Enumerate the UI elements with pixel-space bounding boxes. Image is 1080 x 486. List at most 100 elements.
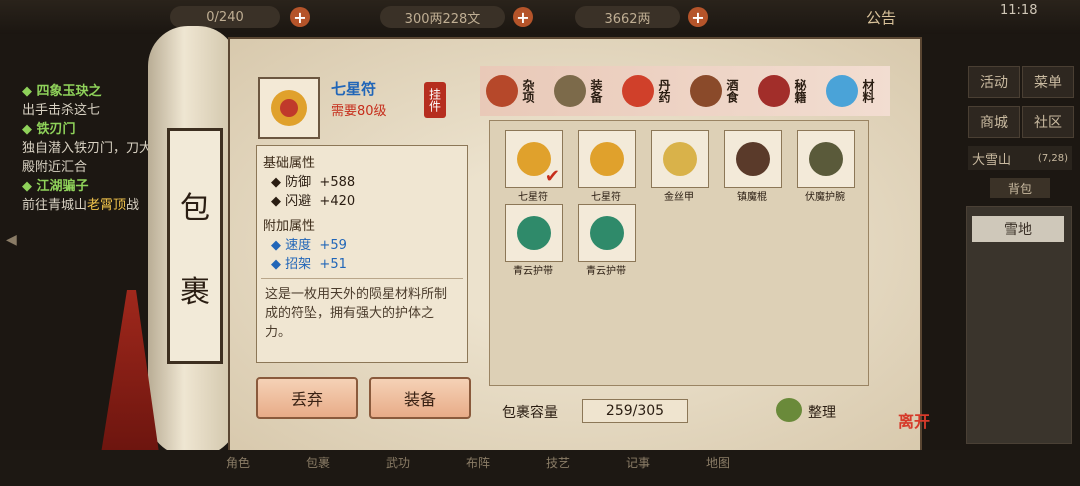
pill-icon <box>622 75 654 107</box>
resource-gold: 3662两 <box>575 6 680 28</box>
community-button[interactable]: 社区 <box>1022 106 1074 138</box>
leave-button[interactable]: 离开 <box>898 408 930 432</box>
tab-label: 丹药 <box>657 79 671 103</box>
item-type-stamp: 挂件 <box>424 82 446 118</box>
quest-item[interactable]: ◆ 江湖骗子 <box>22 177 162 196</box>
item-stats-panel: 基础属性 ◆ 防御 +588 ◆ 闪避 +420 附加属性 ◆ 速度 +59 ◆… <box>256 145 468 363</box>
clock: 11:18 <box>1000 3 1038 18</box>
quest-item[interactable]: ◆ 四象玉玦之 <box>22 82 162 101</box>
bottom-nav-item[interactable]: 角色 <box>226 454 250 471</box>
bottom-nav-item[interactable]: 记事 <box>626 454 650 471</box>
tab-jar[interactable]: 杂项 <box>486 68 537 114</box>
quest-desc: 出手击杀这七 <box>22 103 101 118</box>
item-requirement: 需要80级 <box>331 104 387 119</box>
selected-item-icon <box>258 77 320 139</box>
inventory-slot[interactable] <box>578 204 636 262</box>
menu-button[interactable]: 菜单 <box>1022 66 1074 98</box>
resource-storage: 0/240 <box>170 6 280 28</box>
stat-row: ◆ 速度 +59 <box>271 238 347 253</box>
equipped-check-icon: ✔ <box>544 166 560 187</box>
tab-pill[interactable]: 丹药 <box>622 68 673 114</box>
bottom-nav-item[interactable]: 武功 <box>386 454 410 471</box>
inventory-item-name: 七星符 <box>518 192 548 203</box>
quest-title: 江湖骗子 <box>36 179 89 194</box>
top-bar <box>0 0 1080 34</box>
bottom-nav <box>0 450 1080 486</box>
tab-wine-jar[interactable]: 酒食 <box>690 68 741 114</box>
gold-value: 3662两 <box>604 11 651 27</box>
discard-button[interactable]: 丢弃 <box>256 377 358 419</box>
quest-desc: 独自潜入铁刃门，刀大殿附近汇合 <box>22 141 153 175</box>
tab-label: 秘籍 <box>793 79 807 103</box>
bottom-nav-item[interactable]: 地图 <box>706 454 730 471</box>
tab-label: 材料 <box>861 79 875 103</box>
resource-storage-value: 0/240 <box>206 9 244 25</box>
activity-button[interactable]: 活动 <box>968 66 1020 98</box>
notice-button[interactable]: 公告 <box>866 7 896 28</box>
bottom-nav-item[interactable]: 包裹 <box>306 454 330 471</box>
item-name: 七星符 <box>331 80 377 98</box>
capacity-label: 包裹容量 <box>502 405 558 421</box>
quest-title: 四象玉玦之 <box>36 84 102 99</box>
location-coords: (7,28) <box>1037 152 1068 164</box>
capacity-value: 259/305 <box>582 399 688 423</box>
base-stats-header: 基础属性 <box>263 156 316 171</box>
jar-icon <box>486 75 518 107</box>
stat-row: ◆ 闪避 +420 <box>271 194 356 209</box>
quest-desc: 前往青城山老霄顶战 <box>22 198 140 213</box>
belt-icon <box>590 216 624 250</box>
quest-title: 铁刃门 <box>36 122 76 137</box>
tab-crystal[interactable]: 材料 <box>826 68 877 114</box>
sword-icon <box>554 75 586 107</box>
bracer-icon <box>809 142 843 176</box>
inventory-slot[interactable] <box>797 130 855 188</box>
inventory-item-name: 金丝甲 <box>664 192 694 203</box>
sort-bag-icon[interactable] <box>776 398 802 422</box>
bag-tab[interactable]: 背包 <box>990 178 1050 198</box>
item-description: 这是一枚用天外的陨星材料所制成的符坠，拥有强大的护体之力。 <box>265 287 448 340</box>
inventory-item-name: 青云护带 <box>586 266 626 277</box>
add-silver-button[interactable]: + <box>513 7 533 27</box>
bottom-nav-item[interactable]: 技艺 <box>546 454 570 471</box>
location-bar: 大雪山 (7,28) <box>968 146 1072 170</box>
scroll-title-char: 裹 <box>180 275 210 310</box>
collapse-arrow-icon[interactable]: ◀ <box>6 232 17 248</box>
quest-panel[interactable]: ◆ 四象玉玦之 出手击杀这七 ◆ 铁刃门 独自潜入铁刃门，刀大殿附近汇合 ◆ 江… <box>22 82 162 215</box>
shop-button[interactable]: 商城 <box>968 106 1020 138</box>
sort-button[interactable]: 整理 <box>808 402 836 422</box>
book-icon <box>758 75 790 107</box>
tab-label: 装备 <box>589 79 603 103</box>
bottom-nav-item[interactable]: 布阵 <box>466 454 490 471</box>
quest-item[interactable]: ◆ 铁刃门 <box>22 120 162 139</box>
talisman-icon <box>590 142 624 176</box>
inventory-item-name: 镇魔棍 <box>737 192 767 203</box>
armor-icon <box>663 142 697 176</box>
inventory-slot[interactable]: ✔ <box>505 130 563 188</box>
inventory-slot[interactable] <box>578 130 636 188</box>
equip-button[interactable]: 装备 <box>369 377 471 419</box>
inventory-item-name: 七星符 <box>591 192 621 203</box>
silver-value: 300两228文 <box>404 11 481 27</box>
inventory-slot[interactable] <box>724 130 782 188</box>
inventory-slot[interactable] <box>651 130 709 188</box>
tab-label: 杂项 <box>521 79 535 103</box>
inventory-item-name: 伏魔护腕 <box>805 192 845 203</box>
area-item[interactable]: 雪地 <box>972 216 1064 242</box>
stat-row: ◆ 防御 +588 <box>271 175 356 190</box>
belt-icon <box>517 216 551 250</box>
tab-label: 酒食 <box>725 79 739 103</box>
add-storage-button[interactable]: + <box>290 7 310 27</box>
tab-sword[interactable]: 装备 <box>554 68 605 114</box>
resource-silver: 300两228文 <box>380 6 505 28</box>
inventory-item-name: 青云护带 <box>513 266 553 277</box>
staff-icon <box>736 142 770 176</box>
tab-book[interactable]: 秘籍 <box>758 68 809 114</box>
inventory-slot[interactable] <box>505 204 563 262</box>
scroll-title-plate: 包 裹 <box>167 128 223 364</box>
extra-stats-header: 附加属性 <box>263 219 316 234</box>
add-gold-button[interactable]: + <box>688 7 708 27</box>
wine-jar-icon <box>690 75 722 107</box>
scroll-title-char: 包 <box>180 191 210 226</box>
crystal-icon <box>826 75 858 107</box>
stat-row: ◆ 招架 +51 <box>271 257 347 272</box>
